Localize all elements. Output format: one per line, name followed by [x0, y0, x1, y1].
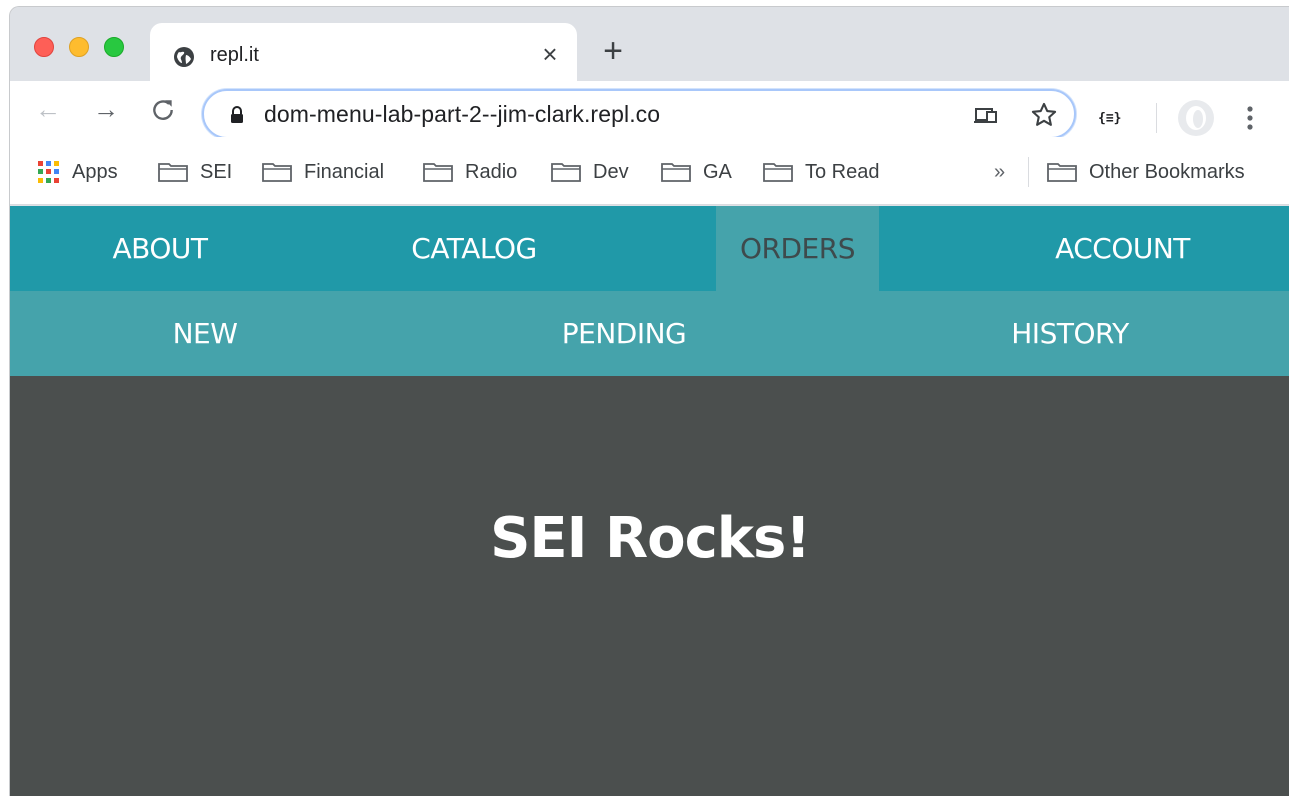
menu-item-catalog[interactable]: CATALOG [310, 206, 638, 291]
folder-icon [262, 163, 292, 182]
sub-menu: NEW PENDING HISTORY [10, 291, 1289, 376]
folder-icon [423, 163, 453, 182]
toolbar-divider [1156, 103, 1157, 133]
bookmark-label: SEI [200, 160, 233, 183]
bookmark-label: Radio [465, 160, 518, 183]
cast-device-icon[interactable] [972, 101, 1000, 129]
submenu-item-pending[interactable]: PENDING [400, 291, 848, 376]
bookmark-financial[interactable]: Financial [262, 159, 384, 185]
browser-toolbar: ← → dom-menu-lab-part-2--jim-clark.repl.… [10, 81, 1289, 139]
globe-icon [174, 47, 194, 67]
browser-window: repl.it × + ← → dom-menu-lab-part-2--jim… [9, 6, 1289, 796]
bookmark-label: Other Bookmarks [1089, 160, 1245, 183]
profile-avatar[interactable] [1178, 100, 1214, 136]
apps-grid-icon [38, 161, 60, 183]
bookmark-other-bookmarks[interactable]: Other Bookmarks [1047, 159, 1245, 185]
bookmark-apps[interactable]: Apps [38, 159, 118, 185]
bookmark-radio[interactable]: Radio [423, 159, 517, 185]
menu-item-account[interactable]: ACCOUNT [970, 206, 1275, 291]
bookmark-label: To Read [805, 160, 880, 183]
submenu-item-new[interactable]: NEW [10, 291, 400, 376]
browser-tab[interactable]: repl.it × [150, 23, 577, 85]
tab-strip: repl.it × + [10, 7, 1289, 85]
bookmarks-bar: Apps SEI Financial Radio Dev GA To Read … [10, 137, 1289, 205]
minimize-window-button[interactable] [69, 37, 89, 57]
tab-close-icon[interactable]: × [536, 39, 564, 69]
tab-title: repl.it [210, 44, 259, 66]
forward-arrow-icon[interactable]: → [90, 93, 122, 125]
page-content: ABOUT CATALOG ORDERS ACCOUNT NEW PENDING… [10, 206, 1289, 796]
bookmark-label: GA [703, 160, 732, 183]
close-window-button[interactable] [34, 37, 54, 57]
folder-icon [763, 163, 793, 182]
folder-icon [661, 163, 691, 182]
maximize-window-button[interactable] [104, 37, 124, 57]
bookmark-sei[interactable]: SEI [158, 159, 232, 185]
bookmark-label: Apps [72, 160, 118, 183]
bookmarks-divider [1028, 157, 1029, 187]
folder-icon [158, 163, 188, 182]
lock-icon [231, 106, 243, 123]
new-tab-button[interactable]: + [598, 34, 628, 68]
reload-icon[interactable] [150, 97, 176, 123]
bookmark-to-read[interactable]: To Read [763, 159, 880, 185]
bookmark-dev[interactable]: Dev [551, 159, 629, 185]
back-arrow-icon[interactable]: ← [32, 93, 64, 125]
address-bar[interactable]: dom-menu-lab-part-2--jim-clark.repl.co [202, 89, 1076, 139]
page-heading: SEI Rocks! [490, 506, 811, 571]
bookmarks-overflow-icon[interactable]: » [994, 161, 1005, 184]
submenu-item-history[interactable]: HISTORY [848, 291, 1289, 376]
bookmark-label: Financial [304, 160, 385, 183]
bookmark-label: Dev [593, 160, 629, 183]
folder-icon [551, 163, 581, 182]
extension-icon[interactable]: {≡} [1098, 111, 1121, 126]
bookmark-ga[interactable]: GA [661, 159, 732, 185]
menu-item-orders[interactable]: ORDERS [716, 206, 879, 291]
folder-icon [1047, 163, 1077, 182]
star-bookmark-icon[interactable] [1030, 101, 1058, 129]
more-menu-icon[interactable] [1238, 103, 1262, 133]
url-text[interactable]: dom-menu-lab-part-2--jim-clark.repl.co [264, 101, 660, 128]
menu-item-about[interactable]: ABOUT [10, 206, 310, 291]
top-menu: ABOUT CATALOG ORDERS ACCOUNT [10, 206, 1289, 291]
profile-icon [1186, 106, 1206, 130]
